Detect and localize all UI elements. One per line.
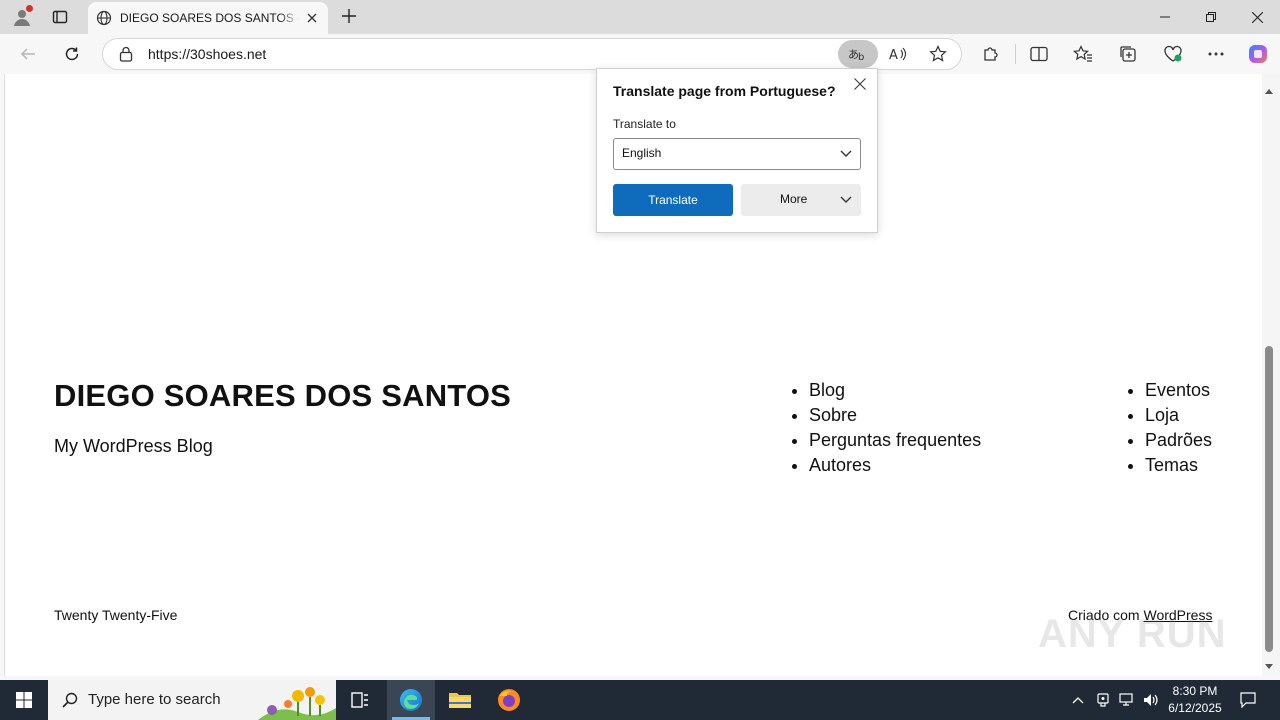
chevron-down-icon[interactable]	[838, 146, 854, 162]
read-aloud-button[interactable]: A	[883, 39, 913, 69]
search-placeholder[interactable]: Type here to search	[88, 691, 221, 708]
collections-icon	[1120, 46, 1136, 62]
restore-icon	[1206, 12, 1216, 22]
toolbar-separator	[1015, 44, 1016, 64]
clock-date: 6/12/2025	[1168, 701, 1222, 715]
search-icon	[60, 690, 80, 710]
globe-icon	[94, 8, 114, 28]
back-button[interactable]	[13, 39, 43, 69]
language-select-value[interactable]: English	[622, 146, 661, 160]
back-arrow-icon	[20, 48, 35, 60]
scroll-up-arrow-icon[interactable]	[1264, 82, 1274, 94]
read-aloud-icon: A	[889, 47, 907, 62]
notification-icon	[1240, 692, 1256, 708]
translate-button[interactable]: Translate	[613, 184, 733, 216]
favorites-button[interactable]	[1068, 39, 1098, 69]
star-icon	[929, 45, 947, 62]
network-icon[interactable]	[1116, 680, 1138, 720]
split-screen-button[interactable]	[1024, 39, 1054, 69]
close-window-button[interactable]	[1234, 0, 1280, 34]
tab-actions-icon	[52, 10, 68, 24]
more-chevron-down-icon[interactable]	[838, 192, 854, 208]
new-tab-button[interactable]	[338, 5, 360, 27]
nav-link-perguntas-frequentes[interactable]: Perguntas frequentes	[809, 428, 981, 453]
footer-nav-column-1: Blog Sobre Perguntas frequentes Autores	[789, 378, 981, 478]
site-info-icon[interactable]	[117, 45, 135, 63]
tab-actions-button[interactable]	[46, 5, 74, 29]
collections-button[interactable]	[1113, 39, 1143, 69]
translate-icon[interactable]: あb	[838, 40, 878, 68]
browser-tab[interactable]: DIEGO SOARES DOS SANTOS – My WordPress B…	[88, 2, 328, 34]
nav-link-autores[interactable]: Autores	[809, 453, 981, 478]
tab-close-icon[interactable]	[302, 8, 322, 28]
browser-essentials-button[interactable]	[1158, 39, 1188, 69]
minimize-button[interactable]	[1142, 0, 1188, 34]
refresh-button[interactable]	[57, 39, 87, 69]
minimize-icon	[1160, 16, 1170, 18]
task-view-icon	[351, 692, 368, 708]
translate-popup-title: Translate page from Portuguese?	[613, 83, 836, 99]
copilot-button[interactable]	[1243, 39, 1273, 69]
chevron-up-icon	[1072, 697, 1084, 704]
close-icon	[1251, 11, 1263, 23]
nav-link-temas[interactable]: Temas	[1145, 453, 1212, 478]
popup-close-icon[interactable]	[850, 74, 870, 94]
taskbar-edge-button[interactable]	[387, 680, 435, 720]
notifications-button[interactable]	[1234, 680, 1262, 720]
puzzle-icon	[984, 47, 998, 61]
svg-text:A: A	[889, 48, 898, 62]
tray-network-device-icon[interactable]	[1093, 680, 1113, 720]
taskbar-firefox-button[interactable]	[485, 680, 533, 720]
volume-icon[interactable]	[1140, 680, 1162, 720]
favorite-button[interactable]	[923, 39, 953, 69]
more-dots-icon	[1208, 52, 1224, 56]
profile-notification-dot	[26, 5, 33, 12]
more-button-label[interactable]: More	[780, 192, 807, 206]
footer-nav-column-2: Eventos Loja Padrões Temas	[1125, 378, 1212, 478]
start-button[interactable]	[0, 680, 48, 720]
copilot-icon	[1249, 45, 1267, 63]
task-view-button[interactable]	[336, 680, 384, 720]
anyrun-watermark: ANY RUN	[1038, 612, 1227, 656]
nav-link-padroes[interactable]: Padrões	[1145, 428, 1212, 453]
taskbar-file-explorer-button[interactable]	[436, 680, 484, 720]
nav-link-blog[interactable]: Blog	[809, 378, 981, 403]
scroll-down-arrow-icon[interactable]	[1264, 658, 1274, 669]
firefox-icon	[498, 689, 520, 711]
nav-link-loja[interactable]: Loja	[1145, 403, 1212, 428]
nav-link-eventos[interactable]: Eventos	[1145, 378, 1212, 403]
edge-icon	[400, 689, 422, 711]
clock-time: 8:30 PM	[1172, 684, 1218, 698]
heart-pulse-icon	[1164, 45, 1182, 62]
footer-theme-name: Twenty Twenty-Five	[54, 607, 178, 623]
extensions-button[interactable]	[976, 39, 1006, 69]
taskbar-clock[interactable]: 8:30 PM 6/12/2025	[1160, 683, 1230, 717]
search-highlight-flowers-icon	[258, 682, 336, 720]
nav-link-sobre[interactable]: Sobre	[809, 403, 981, 428]
split-screen-icon	[1030, 46, 1048, 62]
show-hidden-icons-button[interactable]	[1068, 680, 1088, 720]
restore-button[interactable]	[1188, 0, 1234, 34]
tab-title: DIEGO SOARES DOS SANTOS – My WordPress B…	[120, 11, 300, 25]
scrollbar-thumb[interactable]	[1265, 346, 1273, 652]
plus-icon	[342, 9, 356, 23]
url-text[interactable]: https://30shoes.net	[148, 46, 266, 62]
refresh-icon	[65, 47, 79, 61]
site-tagline: My WordPress Blog	[54, 436, 213, 456]
translate-to-label: Translate to	[613, 117, 676, 131]
favorites-icon	[1073, 45, 1092, 62]
windows-logo-icon	[16, 692, 32, 708]
folder-icon	[449, 693, 471, 708]
site-title[interactable]: DIEGO SOARES DOS SANTOS	[54, 378, 511, 414]
svg-text:b: b	[858, 52, 864, 62]
settings-menu-button[interactable]	[1201, 39, 1231, 69]
